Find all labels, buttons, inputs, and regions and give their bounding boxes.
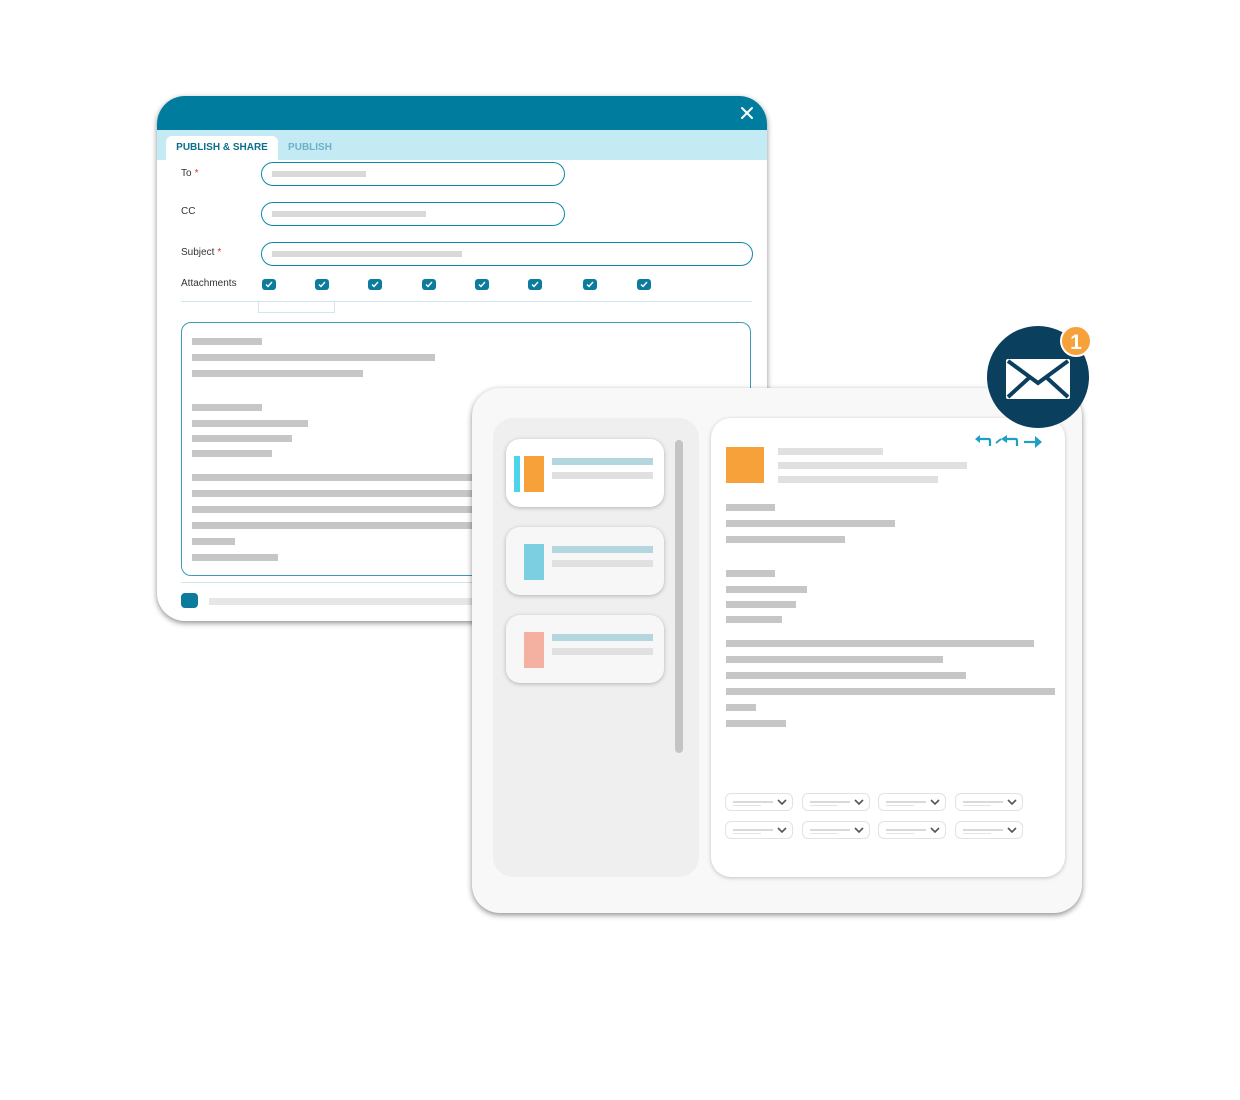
preview-line xyxy=(552,560,653,567)
to-label-text: To xyxy=(181,168,192,179)
attachment-checkbox[interactable] xyxy=(422,279,436,290)
attachment-checkbox[interactable] xyxy=(475,279,489,290)
text-line xyxy=(726,720,786,727)
option-dropdown[interactable] xyxy=(802,821,870,839)
close-icon[interactable] xyxy=(739,105,755,121)
text-line xyxy=(726,601,796,608)
tab-publish[interactable]: PUBLISH xyxy=(282,136,338,160)
preview-line xyxy=(552,472,653,479)
option-dropdown[interactable] xyxy=(878,793,946,811)
option-dropdown[interactable] xyxy=(725,793,793,811)
message-card[interactable] xyxy=(506,527,664,595)
date-line xyxy=(778,476,938,483)
subject-field-placeholder xyxy=(272,251,462,257)
message-card[interactable] xyxy=(506,439,664,507)
text-line xyxy=(192,538,235,545)
attachment-checkbox[interactable] xyxy=(583,279,597,290)
attachments-label: Attachments xyxy=(181,278,237,289)
subject-line xyxy=(778,462,967,469)
attachment-checkbox[interactable] xyxy=(262,279,276,290)
subject-line xyxy=(552,458,653,465)
text-line xyxy=(726,704,756,711)
text-line xyxy=(192,420,308,427)
list-scrollbar[interactable] xyxy=(675,440,683,753)
tab-bar: PUBLISH & SHARE PUBLISH xyxy=(157,130,767,160)
option-dropdown[interactable] xyxy=(802,793,870,811)
text-line xyxy=(192,554,278,561)
text-line xyxy=(726,520,895,527)
reply-icon[interactable] xyxy=(974,434,992,450)
subject-label: Subject * xyxy=(181,247,221,258)
subject-line xyxy=(552,546,653,553)
sender-avatar xyxy=(524,456,544,492)
sender-avatar xyxy=(524,632,544,668)
text-line xyxy=(726,570,775,577)
compose-header xyxy=(157,96,767,130)
subject-field[interactable] xyxy=(261,242,753,266)
mail-client-window xyxy=(472,388,1082,913)
text-line xyxy=(726,640,1034,647)
text-line xyxy=(192,404,262,411)
attachment-checkbox[interactable] xyxy=(315,279,329,290)
reading-pane xyxy=(711,418,1065,877)
subject-line xyxy=(552,634,653,641)
notification-count-badge: 1 xyxy=(1060,325,1092,357)
text-line xyxy=(726,504,775,511)
preview-line xyxy=(552,648,653,655)
sender-avatar xyxy=(524,544,544,580)
text-line xyxy=(192,338,262,345)
text-line xyxy=(192,354,435,361)
option-dropdown[interactable] xyxy=(725,821,793,839)
priority-indicator xyxy=(514,456,520,492)
text-line xyxy=(726,688,1055,695)
cc-label: CC xyxy=(181,206,196,217)
cc-field[interactable] xyxy=(261,202,565,226)
required-mark: * xyxy=(217,247,222,258)
tab-publish-and-share[interactable]: PUBLISH & SHARE xyxy=(166,136,278,160)
text-line xyxy=(726,586,807,593)
text-line xyxy=(726,536,845,543)
to-field[interactable] xyxy=(261,162,565,186)
text-line xyxy=(192,435,292,442)
text-line xyxy=(726,616,782,623)
text-line xyxy=(192,370,363,377)
text-line xyxy=(726,672,966,679)
footer-checkbox[interactable] xyxy=(181,593,198,608)
format-tab[interactable] xyxy=(258,301,335,313)
attachment-checkbox[interactable] xyxy=(368,279,382,290)
text-line xyxy=(192,450,272,457)
to-field-placeholder xyxy=(272,171,366,177)
sender-avatar xyxy=(726,447,764,483)
message-card[interactable] xyxy=(506,615,664,683)
to-label: To * xyxy=(181,168,198,179)
cc-field-placeholder xyxy=(272,211,426,217)
option-dropdown[interactable] xyxy=(955,793,1023,811)
reply-all-icon[interactable] xyxy=(995,434,1019,450)
option-dropdown[interactable] xyxy=(955,821,1023,839)
text-line xyxy=(726,656,943,663)
attachment-checkbox[interactable] xyxy=(637,279,651,290)
sender-name-line xyxy=(778,448,883,455)
forward-icon[interactable] xyxy=(1023,434,1043,450)
attachment-checkbox[interactable] xyxy=(528,279,542,290)
required-mark: * xyxy=(194,168,199,179)
envelope-icon xyxy=(1004,357,1072,401)
option-dropdown[interactable] xyxy=(878,821,946,839)
message-list-pane xyxy=(493,418,699,877)
subject-label-text: Subject xyxy=(181,247,215,258)
